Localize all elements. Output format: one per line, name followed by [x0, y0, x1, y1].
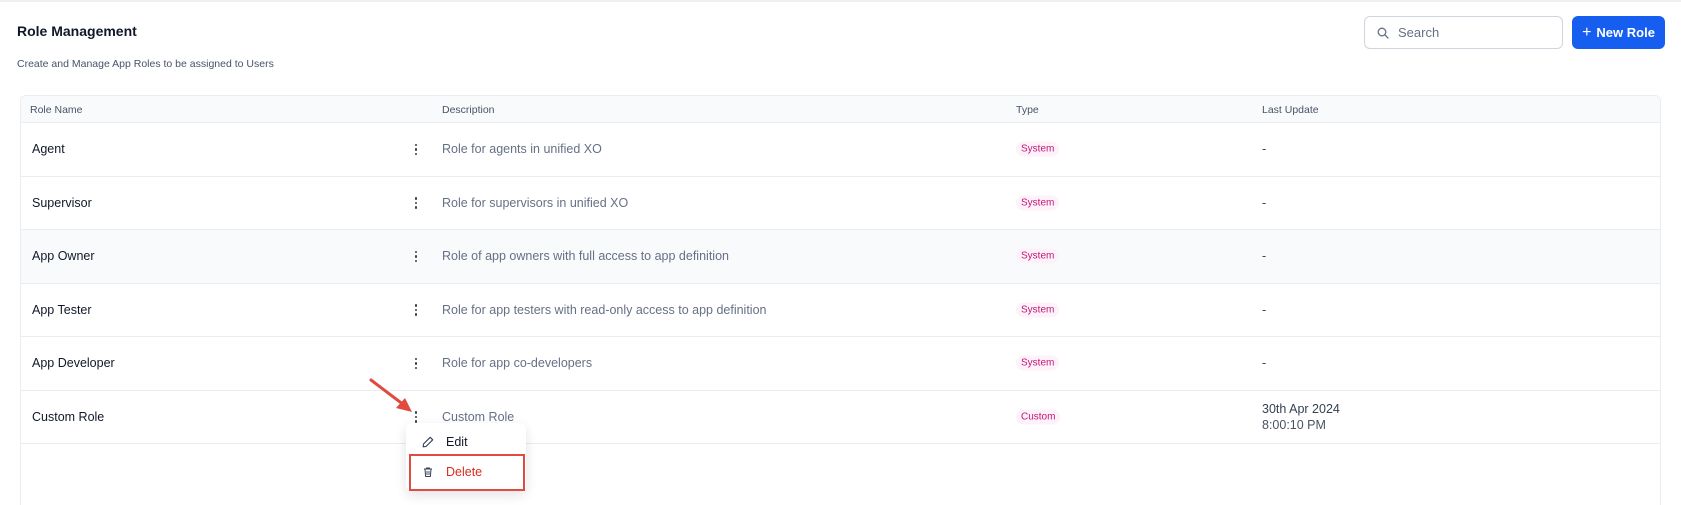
last-update: -: [1262, 142, 1267, 157]
type-badge: System: [1016, 195, 1060, 211]
edit-label: Edit: [446, 434, 468, 449]
table-row[interactable]: Agent Role for agents in unified XO Syst…: [21, 123, 1660, 177]
role-name: Custom Role: [32, 409, 105, 424]
role-description: Role for agents in unified XO: [442, 142, 602, 157]
role-description: Role for supervisors in unified XO: [442, 195, 629, 210]
pencil-icon: [422, 436, 434, 447]
role-name: Supervisor: [32, 195, 92, 210]
role-description: Role for app co-developers: [442, 356, 593, 371]
table-row[interactable]: Custom Role Custom Role Custom 30th Apr …: [21, 391, 1660, 444]
delete-highlight-box: [409, 454, 525, 491]
table-row[interactable]: App Tester Role for app testers with rea…: [21, 284, 1660, 337]
search-placeholder: Search: [1398, 25, 1440, 40]
type-badge: System: [1016, 141, 1060, 157]
column-header-type: Type: [1016, 104, 1039, 116]
column-header-role-name: Role Name: [30, 104, 83, 116]
column-header-last-update: Last Update: [1262, 104, 1319, 116]
last-update: -: [1262, 356, 1267, 371]
top-divider: [0, 0, 1681, 2]
last-update-date: 30th Apr 2024: [1262, 401, 1340, 416]
last-update: -: [1262, 249, 1267, 264]
search-input[interactable]: Search: [1364, 16, 1563, 49]
role-description: Role for app testers with read-only acce…: [442, 302, 767, 317]
table-header: Role Name Description Type Last Update: [21, 96, 1660, 123]
last-update-time: 8:00:10 PM: [1262, 417, 1326, 432]
type-badge: System: [1016, 355, 1060, 371]
search-icon: [1377, 27, 1389, 39]
role-description: Role of app owners with full access to a…: [442, 249, 729, 264]
role-name: App Tester: [32, 302, 92, 317]
table-row[interactable]: App Owner Role of app owners with full a…: [21, 230, 1660, 284]
type-badge: Custom: [1016, 409, 1061, 425]
role-name: Agent: [32, 142, 65, 157]
more-options-icon[interactable]: [409, 141, 423, 157]
type-badge: System: [1016, 302, 1060, 318]
column-header-description: Description: [442, 104, 495, 116]
roles-table: Role Name Description Type Last Update A…: [20, 95, 1661, 505]
plus-icon: +: [1582, 23, 1592, 41]
type-badge: System: [1016, 248, 1060, 264]
role-name: App Owner: [32, 249, 95, 264]
more-options-icon[interactable]: [409, 355, 423, 371]
more-options-icon[interactable]: [409, 248, 423, 264]
new-role-label: New Role: [1596, 25, 1655, 40]
more-options-icon[interactable]: [409, 302, 423, 318]
table-row[interactable]: App Developer Role for app co-developers…: [21, 337, 1660, 391]
last-update: -: [1262, 195, 1267, 210]
page-subtitle: Create and Manage App Roles to be assign…: [17, 58, 274, 70]
role-name: App Developer: [32, 356, 115, 371]
last-update: 30th Apr 2024 8:00:10 PM: [1262, 401, 1340, 433]
annotation-arrow-icon: [369, 378, 412, 412]
more-options-icon[interactable]: [409, 195, 423, 211]
edit-menu-item[interactable]: Edit: [406, 426, 526, 457]
role-description: Custom Role: [442, 409, 515, 424]
new-role-button[interactable]: + New Role: [1572, 16, 1665, 49]
table-row[interactable]: Supervisor Role for supervisors in unifi…: [21, 177, 1660, 230]
last-update: -: [1262, 302, 1267, 317]
page-title: Role Management: [17, 23, 137, 39]
